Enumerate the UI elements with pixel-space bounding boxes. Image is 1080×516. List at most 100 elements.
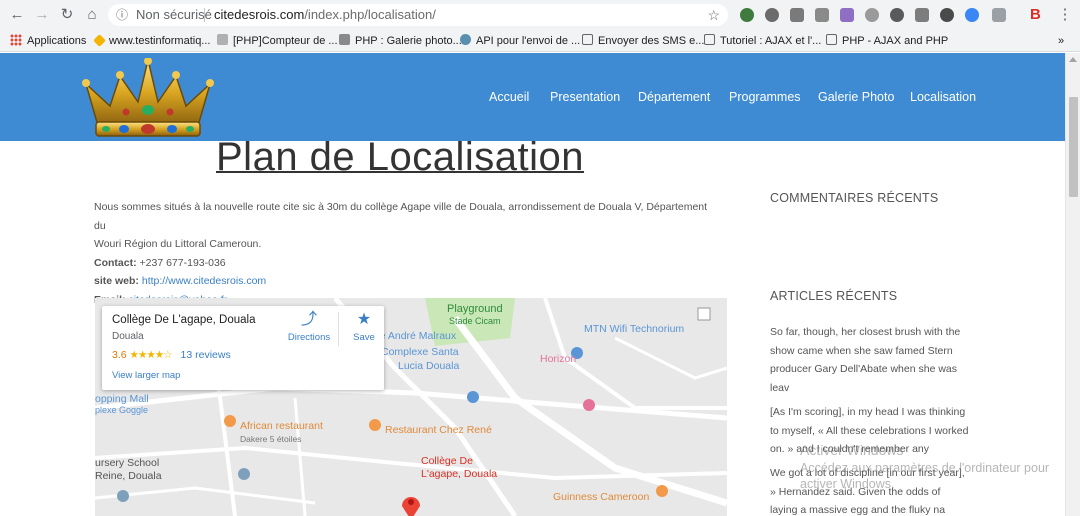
- extension-icon[interactable]: [790, 8, 804, 22]
- bookmark-item[interactable]: PHP : Galerie photo...: [339, 30, 462, 52]
- extension-b-icon[interactable]: B: [1030, 7, 1044, 22]
- save-button[interactable]: ★ Save: [346, 312, 382, 344]
- api-icon: [460, 34, 471, 45]
- omnibox-separator: [204, 8, 205, 22]
- url-text[interactable]: citedesrois.com/index.php/localisation/: [214, 4, 436, 26]
- nav-presentation[interactable]: Presentation: [550, 90, 620, 104]
- place-city: Douala: [112, 331, 144, 342]
- bookmark-item[interactable]: [PHP]Compteur de ...: [217, 30, 338, 52]
- page-icon: [217, 34, 228, 45]
- web-page: Accueil Presentation Département Program…: [0, 53, 1065, 516]
- address-bar[interactable]: ⓘ Non sécurisé citedesrois.com/index.php…: [108, 4, 728, 26]
- map-label-horizon: Horizon: [540, 353, 577, 365]
- crown-logo-icon[interactable]: [80, 58, 216, 140]
- map-label-goggle: plexe Goggle: [95, 405, 149, 415]
- bookmark-item[interactable]: Envoyer des SMS e...: [582, 30, 704, 52]
- extension-icon[interactable]: [765, 8, 779, 22]
- bookmarks-more-button[interactable]: »: [1058, 30, 1064, 52]
- rating-value: 3.6: [112, 349, 127, 361]
- bookmark-label: Applications: [27, 35, 87, 47]
- page-title: Plan de Localisation: [216, 135, 585, 179]
- recent-comments-title: COMMENTAIRES RÉCENTS: [770, 191, 939, 205]
- map-label-complexe-1: Complexe Santa: [381, 346, 459, 358]
- view-larger-map-link[interactable]: View larger map: [112, 370, 180, 381]
- menu-icon[interactable]: ⋮: [1056, 6, 1074, 24]
- map-label-nursery-1: ursery School: [95, 457, 160, 469]
- page-scrollbar[interactable]: [1065, 53, 1080, 516]
- extension-icon[interactable]: [940, 8, 954, 22]
- contact-label: Contact:: [94, 256, 137, 269]
- extension-icon[interactable]: [915, 8, 929, 22]
- site-header: Accueil Presentation Département Program…: [0, 53, 1065, 141]
- location-description: Nous sommes situés à la nouvelle route c…: [94, 198, 714, 309]
- home-icon[interactable]: ⌂: [83, 6, 101, 24]
- nav-programmes[interactable]: Programmes: [729, 90, 801, 104]
- info-icon[interactable]: ⓘ: [116, 4, 128, 26]
- document-icon: [704, 34, 715, 45]
- bookmark-item[interactable]: Tutoriel : AJAX et l'...: [704, 30, 821, 52]
- bookmark-item[interactable]: www.testinformatiq...: [93, 30, 211, 52]
- nav-galerie-photo[interactable]: Galerie Photo: [818, 90, 894, 104]
- bookmark-label: www.testinformatiq...: [109, 35, 211, 47]
- recent-articles-title: ARTICLES RÉCENTS: [770, 289, 898, 303]
- bookmark-label: API pour l'envoi de ...: [476, 35, 581, 47]
- map-label-complexe-2: Lucia Douala: [398, 360, 460, 372]
- apps-grid-icon: [10, 34, 22, 46]
- nav-accueil[interactable]: Accueil: [489, 90, 529, 104]
- google-map[interactable]: Playground Stade Cicam ège André Malraux…: [95, 298, 727, 516]
- windows-watermark-line-3: activer Windows.: [800, 477, 895, 491]
- bookmark-label: PHP - AJAX and PHP: [842, 35, 949, 47]
- extension-globe-icon[interactable]: [740, 8, 754, 22]
- browser-toolbar: ← → ↻ ⌂ ⓘ Non sécurisé citedesrois.com/i…: [0, 0, 1080, 30]
- map-label-nursery-2: Reine, Douala: [95, 470, 162, 482]
- reload-icon[interactable]: ↻: [58, 6, 76, 24]
- forward-icon[interactable]: →: [33, 6, 51, 24]
- extension-cloud-icon[interactable]: [865, 8, 879, 22]
- map-label-guinness: Guinness Cameroon: [553, 491, 650, 503]
- document-icon: [582, 34, 593, 45]
- map-label-playground: Playground: [447, 303, 503, 315]
- bookmark-label: PHP : Galerie photo...: [355, 35, 462, 47]
- website-link[interactable]: http://www.citedesrois.com: [142, 275, 266, 287]
- directions-button[interactable]: ⤴ Directions: [282, 311, 336, 344]
- rating-stars-icon: ★★★★☆: [129, 349, 173, 361]
- contact-line: Contact: +237 677-193-036: [94, 254, 714, 273]
- page-icon: [339, 34, 350, 45]
- scroll-thumb[interactable]: [1069, 97, 1078, 197]
- directions-icon: ⤴: [300, 311, 317, 328]
- bookmark-applications[interactable]: Applications: [10, 30, 86, 52]
- nav-localisation[interactable]: Localisation: [910, 90, 976, 104]
- bookmark-item[interactable]: API pour l'envoi de ...: [460, 30, 580, 52]
- extension-icon[interactable]: [965, 8, 979, 22]
- place-name: Collège De L'agape, Douala: [112, 314, 256, 326]
- windows-watermark-line-2: Accédez aux paramètres de l'ordinateur p…: [800, 461, 1050, 475]
- directions-label: Directions: [287, 332, 331, 343]
- bookmark-label: Tutoriel : AJAX et l'...: [720, 35, 822, 47]
- map-label-chez-rene: Restaurant Chez René: [385, 424, 492, 436]
- bookmark-item[interactable]: PHP - AJAX and PHP: [826, 30, 948, 52]
- bookmark-star-icon[interactable]: ☆: [707, 4, 720, 26]
- back-icon[interactable]: ←: [8, 6, 26, 24]
- description-line-2: Wouri Région du Littoral Cameroun.: [94, 238, 262, 250]
- security-label: Non sécurisé: [136, 7, 212, 22]
- map-label-mtn: MTN Wifi Technorium: [584, 323, 685, 335]
- website-line: site web: http://www.citedesrois.com: [94, 272, 714, 291]
- url-path: /index.php/localisation/: [304, 7, 436, 22]
- scroll-up-icon[interactable]: [1069, 57, 1077, 62]
- document-icon: [826, 34, 837, 45]
- map-label-mall: opping Mall: [95, 393, 149, 405]
- map-label-stade: Stade Cicam: [449, 316, 501, 326]
- extension-icon[interactable]: [815, 8, 829, 22]
- save-label: Save: [353, 332, 375, 343]
- extension-gear-icon[interactable]: [890, 8, 904, 22]
- map-place-card: Collège De L'agape, Douala Douala 3.6 ★★…: [102, 306, 384, 390]
- map-label-college-1: Collège De: [421, 455, 473, 467]
- extension-icon[interactable]: [840, 8, 854, 22]
- url-domain: citedesrois.com: [214, 7, 305, 22]
- recent-article-1[interactable]: So far, though, her closest brush with t…: [770, 323, 970, 397]
- extension-shield-icon[interactable]: [992, 8, 1006, 22]
- nav-departement[interactable]: Département: [638, 90, 710, 104]
- reviews-link[interactable]: 13 reviews: [181, 349, 231, 361]
- description-line-1: Nous sommes situés à la nouvelle route c…: [94, 201, 708, 232]
- card-divider: [338, 312, 339, 346]
